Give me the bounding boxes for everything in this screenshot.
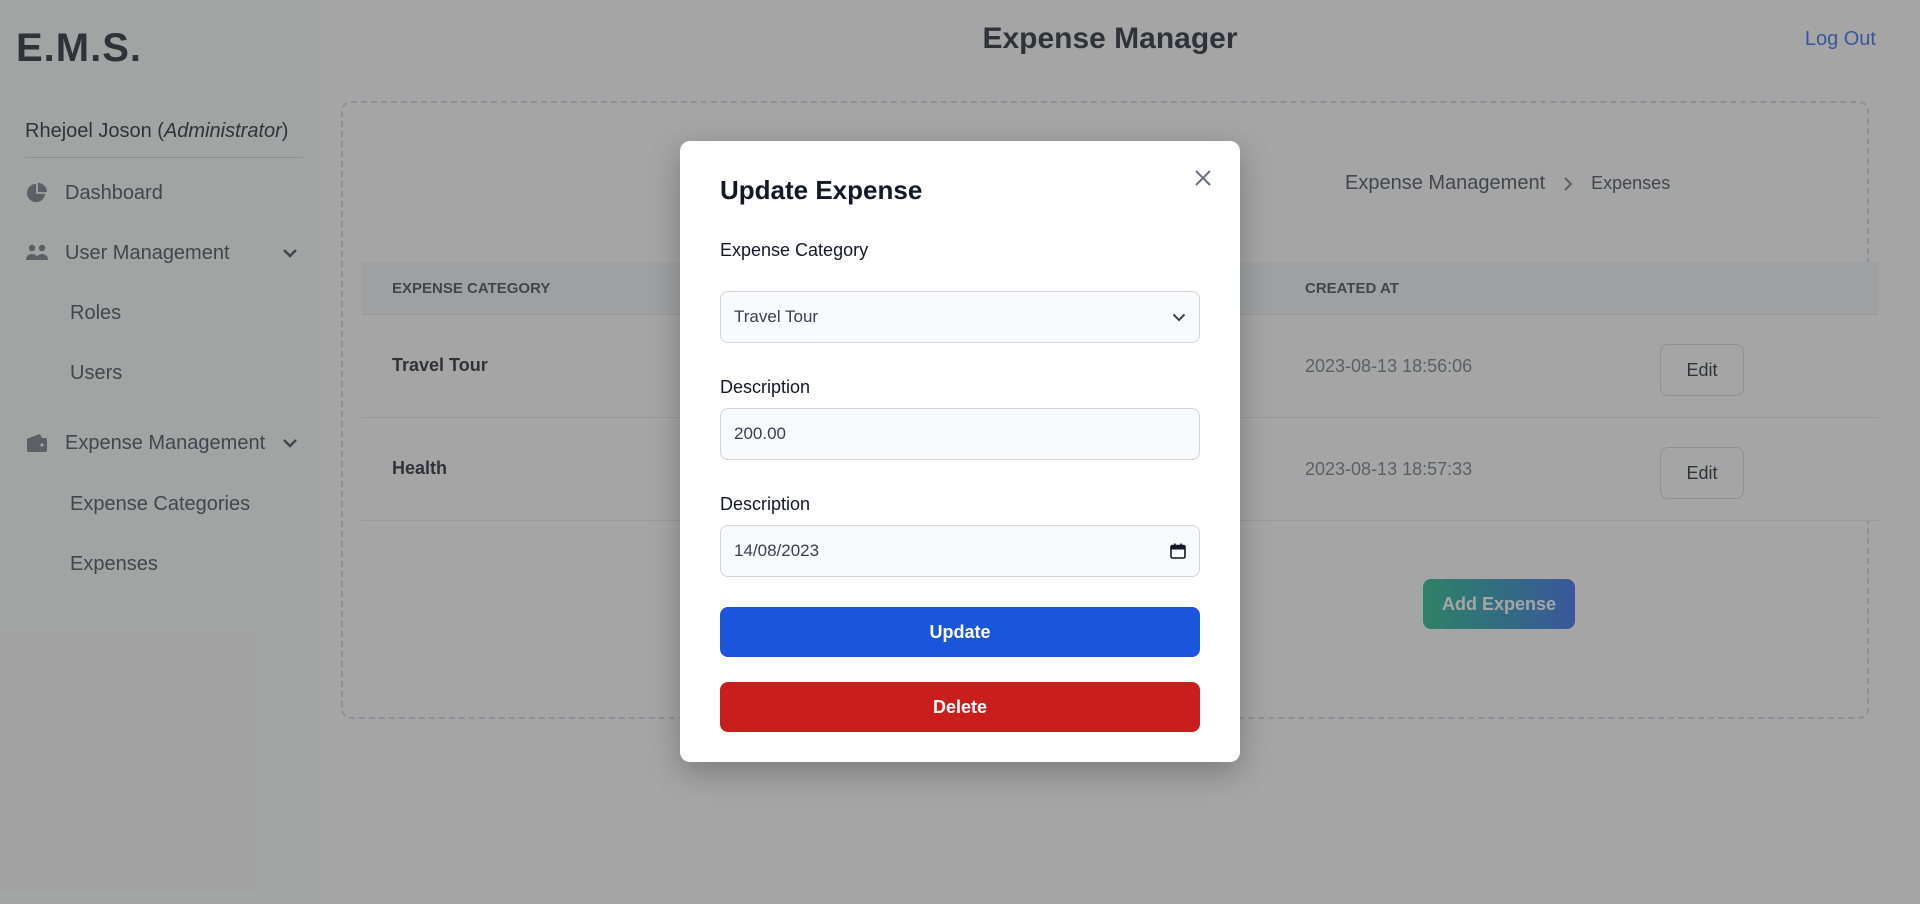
update-button[interactable]: Update bbox=[720, 607, 1200, 657]
date-label: Description bbox=[720, 494, 811, 514]
close-icon bbox=[1194, 169, 1212, 187]
date-input-value: 14/08/2023 bbox=[734, 541, 820, 560]
amount-label: Description bbox=[720, 377, 811, 397]
chevron-down-icon bbox=[1172, 313, 1186, 322]
amount-input[interactable]: 200.00 bbox=[720, 408, 1200, 460]
category-label: Expense Category bbox=[720, 240, 869, 260]
delete-button[interactable]: Delete bbox=[720, 682, 1200, 732]
category-select-value: Travel Tour bbox=[734, 307, 819, 326]
amount-input-value: 200.00 bbox=[734, 424, 786, 443]
calendar-icon[interactable] bbox=[1170, 543, 1186, 559]
modal-title: Update Expense bbox=[720, 175, 923, 205]
date-input[interactable]: 14/08/2023 bbox=[720, 525, 1200, 577]
update-expense-modal: Update Expense Expense Category Travel T… bbox=[680, 141, 1240, 762]
close-button[interactable] bbox=[1188, 163, 1218, 193]
category-select[interactable]: Travel Tour bbox=[720, 291, 1200, 343]
